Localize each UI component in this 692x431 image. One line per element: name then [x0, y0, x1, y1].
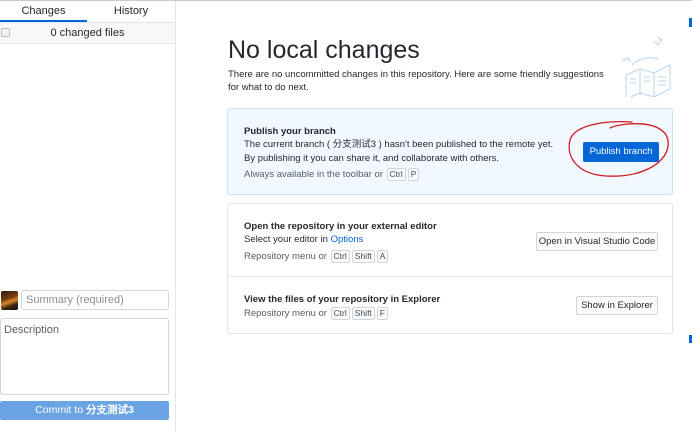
divider: [228, 276, 672, 277]
options-link[interactable]: Options: [331, 234, 364, 245]
summary-input[interactable]: [21, 290, 169, 310]
view-files-title: View the files of your repository in Exp…: [244, 294, 441, 305]
show-in-explorer-button[interactable]: Show in Explorer: [576, 296, 658, 315]
open-editor-text: Select your editor in: [244, 234, 328, 245]
commit-button[interactable]: Commit to 分支测试3: [0, 401, 169, 420]
user-avatar: [1, 291, 18, 310]
view-files-hint: Repository menu or Ctrl Shift F: [244, 307, 389, 320]
commit-summary-row: [0, 290, 175, 312]
empty-repository-illustration-icon: [621, 36, 671, 97]
page-subtitle: There are no uncommitted changes in this…: [228, 69, 604, 93]
changed-files-count: 0 changed files: [50, 27, 125, 39]
commit-button-label: Commit to: [35, 404, 86, 416]
kbd-shift: Shift: [351, 250, 375, 263]
tab-history[interactable]: History: [87, 1, 175, 22]
page-title: No local changes: [228, 36, 420, 64]
publish-branch-description: The current branch ( 分支测试3 ) hasn't been…: [244, 139, 554, 164]
kbd-ctrl: Ctrl: [330, 307, 350, 320]
suggestions-panel: Open the repository in your external edi…: [227, 203, 673, 334]
view-files-hint-text: Repository menu or: [244, 308, 327, 319]
open-editor-description: Select your editor in Options: [244, 234, 363, 245]
publish-branch-hint: Always available in the toolbar or Ctrl P: [244, 168, 420, 181]
publish-branch-panel: Publish your branch The current branch (…: [227, 108, 673, 195]
open-editor-hint-text: Repository menu or: [244, 251, 327, 262]
sidebar: Changes History 0 changed files Commit t…: [0, 1, 176, 431]
kbd-shift: Shift: [351, 307, 375, 320]
kbd-ctrl: Ctrl: [386, 168, 406, 181]
tab-bar: Changes History: [0, 1, 175, 23]
kbd-p: P: [407, 168, 420, 181]
kbd-f: F: [376, 307, 388, 320]
kbd-a: A: [376, 250, 389, 263]
publish-branch-title: Publish your branch: [244, 126, 336, 137]
description-field[interactable]: [0, 318, 169, 395]
open-editor-hint: Repository menu or Ctrl Shift A: [244, 250, 389, 263]
open-editor-title: Open the repository in your external edi…: [244, 221, 437, 232]
publish-branch-button[interactable]: Publish branch: [583, 142, 659, 162]
changed-files-header: 0 changed files: [0, 23, 175, 44]
kbd-ctrl: Ctrl: [330, 250, 350, 263]
tab-changes[interactable]: Changes: [0, 1, 87, 22]
commit-button-branch: 分支测试3: [85, 404, 134, 416]
open-in-vscode-button[interactable]: Open in Visual Studio Code: [536, 232, 658, 251]
publish-hint-text: Always available in the toolbar or: [244, 169, 383, 180]
